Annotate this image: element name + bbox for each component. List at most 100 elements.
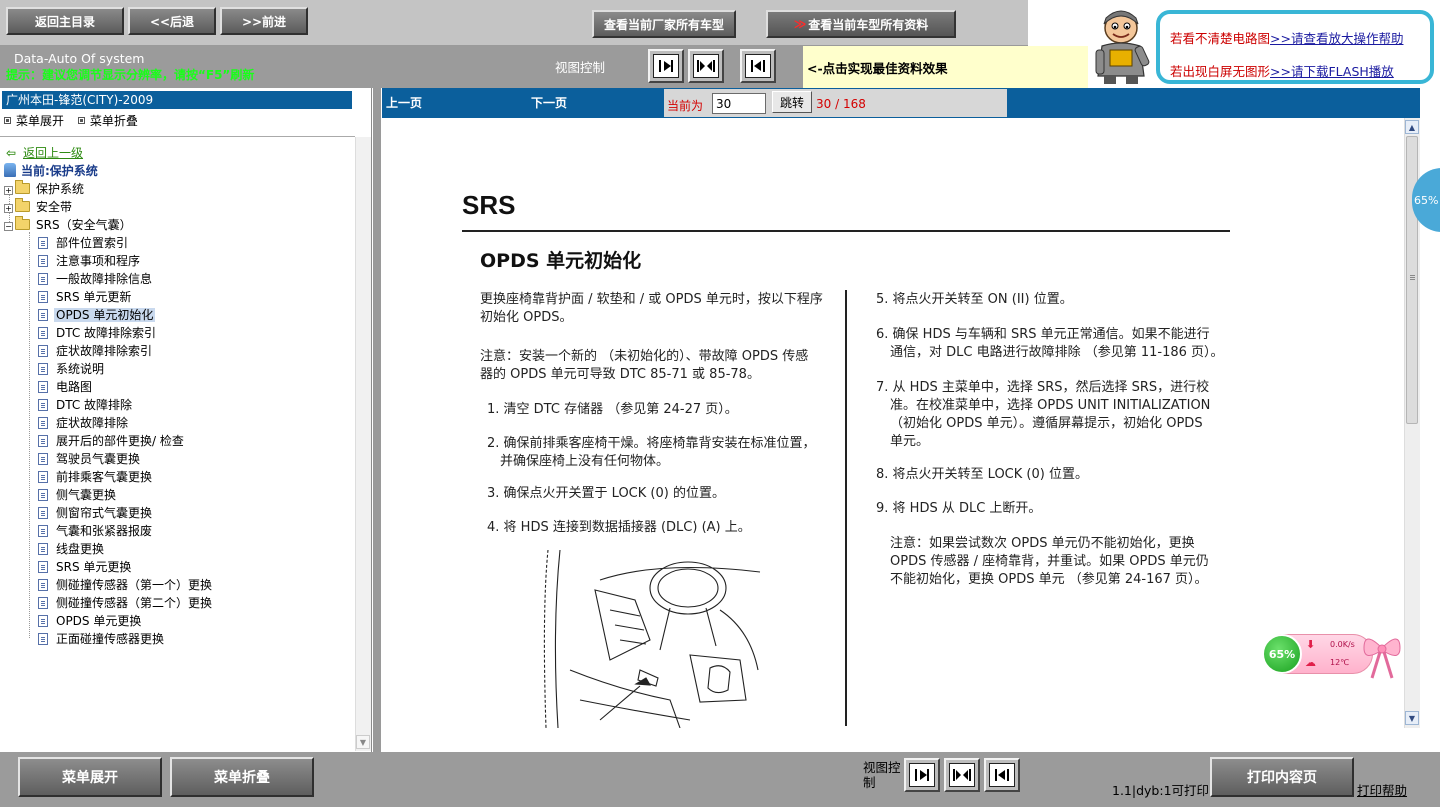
menu-expand-link[interactable]: 菜单展开 bbox=[4, 114, 64, 128]
bottom-menu-expand-button[interactable]: 菜单展开 bbox=[18, 757, 162, 797]
doc-step: 2. 确保前排乘客座椅干燥。将座椅靠背安装在标准位置， bbox=[487, 436, 816, 451]
tree-item[interactable]: 展开后的部件更换/ 检查 bbox=[38, 432, 186, 450]
tree-item-label: DTC 故障排除 bbox=[56, 398, 133, 412]
collapse-minus-icon: − bbox=[4, 222, 13, 231]
jump-button[interactable]: 跳转 bbox=[772, 91, 812, 113]
tree-item-label: 展开后的部件更换/ 检查 bbox=[56, 434, 184, 448]
scroll-down-arrow-icon[interactable]: ▼ bbox=[356, 735, 370, 749]
tree-item[interactable]: 侧碰撞传感器（第二个）更换 bbox=[38, 594, 214, 612]
tree-item[interactable]: 侧碰撞传感器（第一个）更换 bbox=[38, 576, 214, 594]
doc-step: 并确保座椅上没有任何物体。 bbox=[500, 454, 670, 469]
print-page-button[interactable]: 打印内容页 bbox=[1210, 757, 1354, 797]
tree-item-label: 注意事项和程序 bbox=[56, 254, 141, 268]
doc-note: 不能初始化，更换 OPDS 单元 （参见第 24-167 页）。 bbox=[890, 572, 1208, 587]
tree-item-label: 一般故障排除信息 bbox=[56, 272, 153, 286]
tree-item[interactable]: 一般故障排除信息 bbox=[38, 270, 154, 288]
grip-icon bbox=[1410, 275, 1415, 276]
doc-step: 6. 确保 HDS 与车辆和 SRS 单元正常通信。如果不能进行 bbox=[876, 327, 1210, 342]
best-view-tip: <-点击实现最佳资料效果 bbox=[803, 46, 1088, 88]
tree-item[interactable]: 侧气囊更换 bbox=[38, 486, 118, 504]
view-expand-left-button[interactable] bbox=[740, 49, 776, 83]
tree-item[interactable]: 系统说明 bbox=[38, 360, 106, 378]
tree-item[interactable]: 症状故障排除 bbox=[38, 414, 130, 432]
tree-item[interactable]: 前排乘客气囊更换 bbox=[38, 468, 154, 486]
tree-item[interactable]: OPDS 单元更换 bbox=[38, 612, 143, 630]
tree-item[interactable]: 气囊和张紧器报废 bbox=[38, 522, 154, 540]
document-icon bbox=[38, 471, 48, 483]
expand-icon bbox=[4, 117, 11, 124]
tree-item-label: 症状故障排除索引 bbox=[56, 344, 153, 358]
tree-item[interactable]: SRS 单元更新 bbox=[38, 288, 133, 306]
scroll-up-arrow-icon[interactable]: ▲ bbox=[1405, 120, 1419, 134]
doc-heading: OPDS 单元初始化 bbox=[480, 250, 642, 272]
doc-intro: 更换座椅靠背护面 / 软垫和 / 或 OPDS 单元时，按以下程序 bbox=[480, 292, 823, 307]
prev-page-link[interactable]: 上一页 bbox=[386, 94, 422, 111]
tree-item[interactable]: 电路图 bbox=[38, 378, 94, 396]
doc-step: 9. 将 HDS 从 DLC 上断开。 bbox=[876, 501, 1042, 516]
tree-item-label: 电路图 bbox=[56, 380, 93, 394]
next-page-link[interactable]: 下一页 bbox=[531, 94, 567, 111]
tree-item-label: 症状故障排除 bbox=[56, 416, 129, 430]
scroll-down-arrow-icon[interactable]: ▼ bbox=[1405, 711, 1419, 725]
doc-title-rule bbox=[462, 230, 1230, 232]
view-maker-models-button[interactable]: 查看当前厂家所有车型 bbox=[592, 10, 736, 38]
document-icon bbox=[38, 633, 48, 645]
tree-item-label: OPDS 单元更换 bbox=[56, 614, 142, 628]
help-line-zoom: 若看不清楚电路图>>请查看放大操作帮助 bbox=[1170, 28, 1403, 47]
tree-item[interactable]: 线盘更换 bbox=[38, 540, 106, 558]
current-page-label: 当前为 bbox=[667, 99, 704, 113]
tree-item-selected[interactable]: OPDS 单元初始化 bbox=[38, 306, 156, 324]
document-icon bbox=[38, 579, 48, 591]
tree-item[interactable]: 注意事项和程序 bbox=[38, 252, 142, 270]
tree-item[interactable]: 症状故障排除索引 bbox=[38, 342, 154, 360]
tree-item-label: 部件位置索引 bbox=[56, 236, 129, 250]
menu-collapse-link[interactable]: 菜单折叠 bbox=[77, 114, 138, 128]
tree-item[interactable]: 侧窗帘式气囊更换 bbox=[38, 504, 154, 522]
doc-note: 注意：安装一个新的 （未初始化的）、带故障 OPDS 传感 bbox=[480, 349, 809, 364]
bottom-menu-collapse-button[interactable]: 菜单折叠 bbox=[170, 757, 314, 797]
view-split-button[interactable] bbox=[688, 49, 724, 83]
print-help-link[interactable]: 打印帮助 bbox=[1357, 780, 1407, 799]
document-icon bbox=[38, 363, 48, 375]
tree-item[interactable]: 部件位置索引 bbox=[38, 234, 130, 252]
document-icon bbox=[38, 525, 48, 537]
scroll-thumb[interactable] bbox=[1406, 136, 1418, 424]
doc-note: 注意：如果尝试数次 OPDS 单元仍不能初始化，更换 bbox=[890, 536, 1195, 551]
doc-step: 8. 将点火开关转至 LOCK (0) 位置。 bbox=[876, 467, 1088, 482]
document-icon bbox=[38, 381, 48, 393]
bottom-view-expand-left-button[interactable] bbox=[984, 758, 1020, 792]
tree-item-label: OPDS 单元初始化 bbox=[54, 308, 156, 322]
view-model-all-button[interactable]: ≫ 查看当前车型所有资料 bbox=[766, 10, 956, 38]
doc-step: 1. 清空 DTC 存储器 （参见第 24-27 页）。 bbox=[487, 402, 738, 417]
tree-item[interactable]: 驾驶员气囊更换 bbox=[38, 450, 142, 468]
back-button[interactable]: <<后退 bbox=[128, 7, 216, 35]
document-icon bbox=[38, 543, 48, 555]
bottom-view-expand-right-button[interactable] bbox=[904, 758, 940, 792]
bottom-view-split-button[interactable] bbox=[944, 758, 980, 792]
tree-item-label: DTC 故障排除索引 bbox=[56, 326, 157, 340]
document-icon bbox=[38, 291, 48, 303]
expand-plus-icon: + bbox=[4, 186, 13, 195]
document-icon bbox=[38, 237, 48, 249]
view-expand-right-button[interactable] bbox=[648, 49, 684, 83]
tree-item[interactable]: DTC 故障排除 bbox=[38, 396, 134, 414]
tree-item[interactable]: DTC 故障排除索引 bbox=[38, 324, 158, 342]
document-icon bbox=[38, 507, 48, 519]
tree-folder-seatbelt[interactable]: + 安全带 bbox=[4, 198, 74, 216]
left-scrollbar[interactable]: ▼ bbox=[355, 137, 371, 751]
back-up-link[interactable]: ⇦ 返回上一级 bbox=[6, 144, 85, 162]
page-number-input[interactable] bbox=[712, 93, 766, 114]
back-to-main-button[interactable]: 返回主目录 bbox=[6, 7, 124, 35]
tree-folder-srs[interactable]: − SRS（安全气囊） bbox=[4, 216, 134, 234]
folder-icon bbox=[15, 198, 30, 212]
forward-button[interactable]: >>前进 bbox=[220, 7, 308, 35]
tree-item[interactable]: 正面碰撞传感器更换 bbox=[38, 630, 166, 648]
zoom-help-link[interactable]: >>请查看放大操作帮助 bbox=[1270, 31, 1403, 46]
collapse-icon bbox=[77, 117, 85, 124]
tree-folder-protection[interactable]: + 保护系统 bbox=[4, 180, 86, 198]
tree-item[interactable]: SRS 单元更换 bbox=[38, 558, 133, 576]
expand-left-icon bbox=[989, 763, 1015, 787]
doc-step: 3. 确保点火开关置于 LOCK (0) 的位置。 bbox=[487, 486, 725, 501]
flash-download-link[interactable]: >>请下载FLASH播放 bbox=[1270, 64, 1394, 79]
panel-splitter[interactable] bbox=[373, 88, 381, 752]
